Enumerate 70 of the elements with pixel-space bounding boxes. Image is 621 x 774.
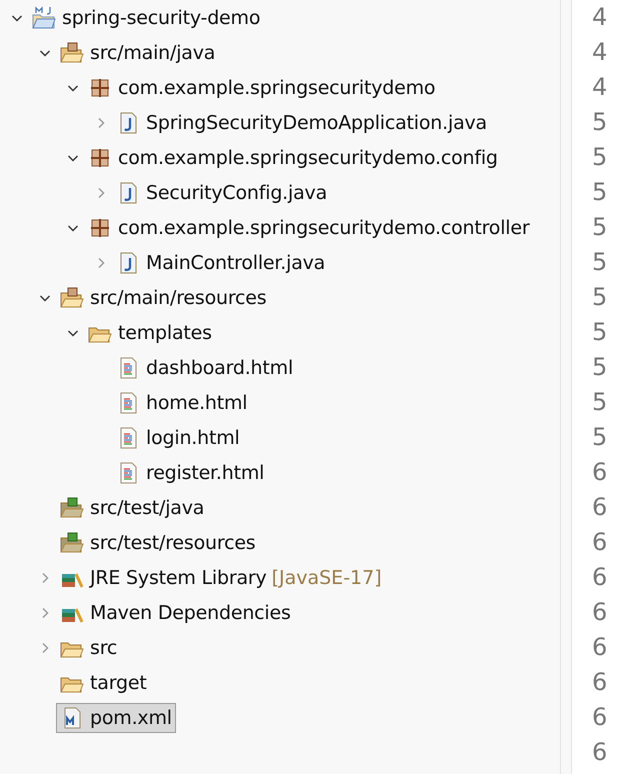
package-folder-icon	[59, 530, 85, 554]
tree-item[interactable]: com.example.springsecuritydemo	[84, 72, 440, 102]
tree-item-label: src/main/resources	[90, 286, 266, 308]
tree-item[interactable]: com.example.springsecuritydemo.controller	[84, 212, 534, 242]
package-folder-icon	[59, 40, 85, 64]
tree-item[interactable]: pom.xml	[56, 702, 176, 732]
tree-item[interactable]: src/test/java	[56, 492, 208, 522]
tree-item-label: src/test/java	[90, 496, 204, 518]
tree-item-label: src/test/resources	[90, 532, 256, 554]
line-number: 6	[592, 527, 608, 558]
line-number: 6	[592, 492, 608, 523]
tree-item-label: login.html	[146, 426, 240, 448]
project-folder-icon	[31, 6, 57, 30]
tree-item[interactable]: MainController.java	[112, 248, 330, 278]
line-number: 5	[592, 422, 608, 453]
tree-item-decoration: [JavaSE-17]	[272, 566, 382, 588]
tree-item-label: src	[90, 636, 118, 658]
line-number: 5	[592, 212, 608, 243]
tree-item[interactable]: src/main/resources	[56, 282, 270, 312]
tree-item[interactable]: target	[56, 668, 151, 698]
tree-item-label: SpringSecurityDemoApplication.java	[146, 112, 487, 134]
line-number: 5	[592, 177, 608, 208]
line-number: 6	[592, 562, 608, 593]
line-number: 5	[592, 282, 608, 313]
line-number: 4	[592, 37, 608, 68]
package-folder-icon	[59, 286, 85, 310]
tree-item-label: com.example.springsecuritydemo.config	[118, 146, 498, 168]
tree-item[interactable]: home.html	[112, 388, 252, 418]
tree-item-label: src/main/java	[90, 42, 216, 64]
tree-item[interactable]: src	[56, 632, 122, 662]
line-number: 5	[592, 317, 608, 348]
tree-item[interactable]: src/test/resources	[56, 528, 260, 558]
tree-item-label: spring-security-demo	[62, 6, 260, 28]
line-number: 5	[592, 142, 608, 173]
tree-item-label: pom.xml	[90, 706, 172, 728]
tree-item[interactable]: dashboard.html	[112, 352, 298, 382]
tree-item[interactable]: SpringSecurityDemoApplication.java	[112, 108, 491, 138]
line-number: 6	[592, 597, 608, 628]
tree-item-label: register.html	[146, 462, 264, 484]
tree-item[interactable]: JRE System Library [JavaSE-17]	[56, 562, 386, 592]
tree-item[interactable]: register.html	[112, 458, 268, 488]
tree-item[interactable]: Maven Dependencies	[56, 598, 295, 628]
tree-item[interactable]: com.example.springsecuritydemo.config	[84, 142, 502, 172]
line-number: 6	[592, 457, 608, 488]
tree-item-label: templates	[118, 322, 212, 344]
tree-item-label: target	[90, 672, 147, 694]
line-number: 4	[592, 72, 608, 103]
tree-item[interactable]: SecurityConfig.java	[112, 178, 332, 208]
line-number: 6	[592, 702, 608, 733]
tree-item-label: com.example.springsecuritydemo	[118, 76, 436, 98]
tree-item-label: SecurityConfig.java	[146, 182, 328, 204]
tree-item-label: MainController.java	[146, 252, 326, 274]
package-folder-icon	[59, 496, 85, 520]
line-number: 6	[592, 667, 608, 698]
tree-item-label: dashboard.html	[146, 356, 294, 378]
tree-item[interactable]: spring-security-demo	[28, 2, 264, 32]
line-number: 4	[592, 2, 608, 33]
line-number: 6	[592, 632, 608, 663]
line-number: 5	[592, 107, 608, 138]
tree-item-label: home.html	[146, 392, 248, 414]
tree-item[interactable]: src/main/java	[56, 38, 220, 68]
line-number: 6	[592, 737, 608, 768]
line-number: 5	[592, 247, 608, 278]
line-number: 5	[592, 352, 608, 383]
tree-item-label: Maven Dependencies	[90, 602, 291, 624]
tree-item[interactable]: templates	[84, 318, 216, 348]
tree-item-label: com.example.springsecuritydemo.controller	[118, 216, 530, 238]
line-number: 5	[592, 387, 608, 418]
tree-item-label: JRE System Library	[90, 566, 267, 588]
tree-item[interactable]: login.html	[112, 422, 244, 452]
